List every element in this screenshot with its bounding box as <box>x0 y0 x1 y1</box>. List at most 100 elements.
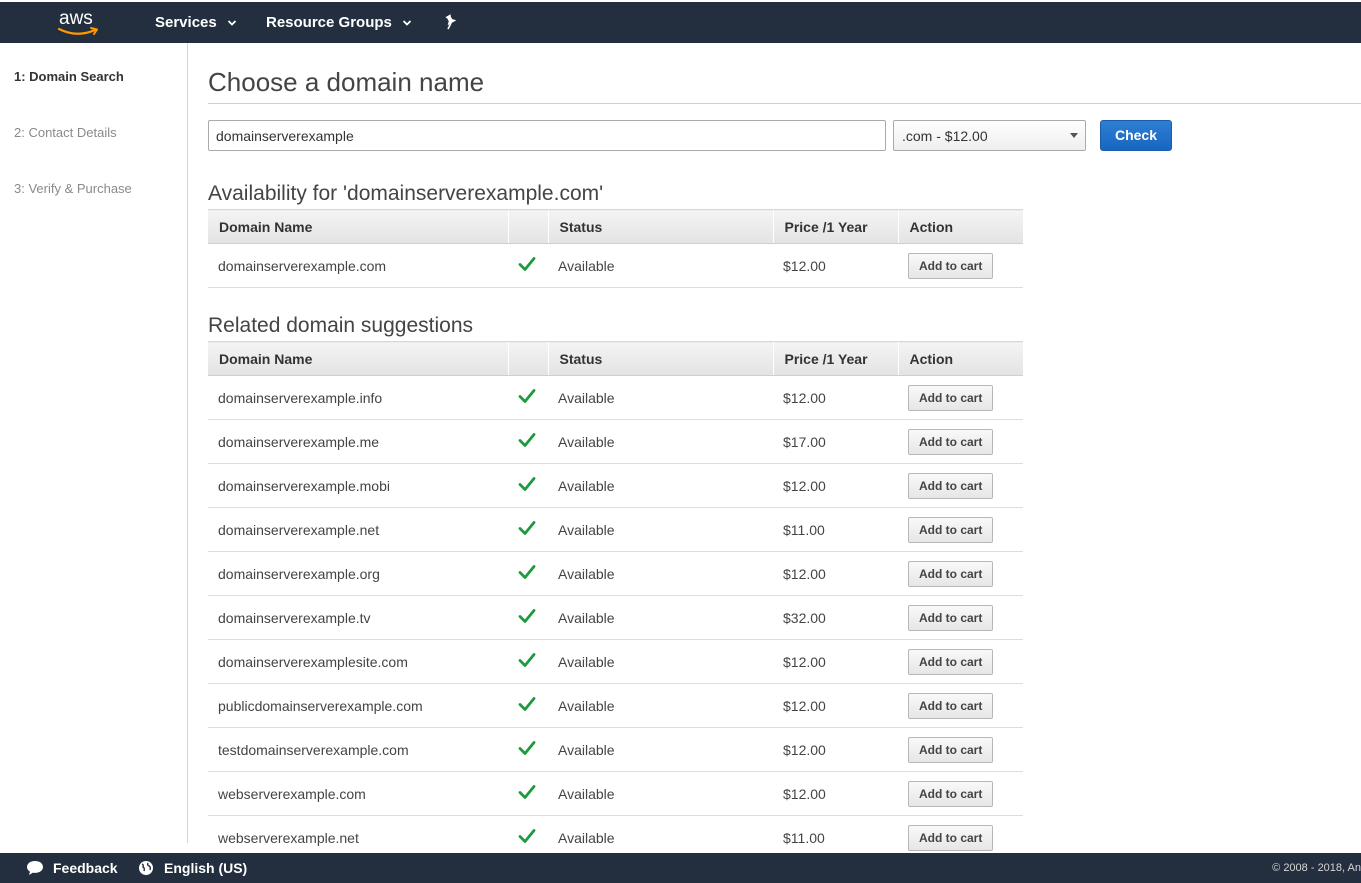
suggestions-heading: Related domain suggestions <box>208 314 474 337</box>
checkmark-icon <box>518 785 536 799</box>
action-cell: Add to cart <box>898 551 1023 596</box>
action-cell: Add to cart <box>898 507 1023 552</box>
status-cell: Available <box>548 595 773 640</box>
domain-search-input[interactable] <box>208 120 886 151</box>
availability-heading: Availability for 'domainserverexample.co… <box>208 182 604 205</box>
add-to-cart-button[interactable]: Add to cart <box>908 560 994 587</box>
table-row: domainserverexample.info Available $12.00 A… <box>208 375 1023 420</box>
price-cell: $12.00 <box>773 727 898 772</box>
table-row: domainserverexamplesite.com Available $12.… <box>208 639 1023 684</box>
status-cell: Available <box>548 375 773 420</box>
domain-name-cell: domainserverexample.net <box>208 507 508 552</box>
table-row: domainserverexample.com Available $12.00 Ad… <box>208 243 1023 288</box>
availability-icon-cell <box>508 419 548 464</box>
pin-icon[interactable] <box>444 14 458 33</box>
availability-icon-cell <box>508 639 548 684</box>
action-cell: Add to cart <box>898 419 1023 464</box>
add-to-cart-button[interactable]: Add to cart <box>908 780 994 807</box>
price-cell: $12.00 <box>773 639 898 684</box>
add-to-cart-button[interactable]: Add to cart <box>908 472 994 499</box>
dropdown-caret-icon <box>1070 133 1078 138</box>
availability-icon-cell <box>508 463 548 508</box>
add-to-cart-button[interactable]: Add to cart <box>908 428 994 455</box>
checkmark-icon <box>518 697 536 711</box>
price-cell: $32.00 <box>773 595 898 640</box>
domain-name-cell: webserverexample.com <box>208 771 508 816</box>
availability-icon-cell <box>508 507 548 552</box>
domain-name-cell: domainserverexample.me <box>208 419 508 464</box>
tld-selected-value: .com - $12.00 <box>902 128 988 144</box>
step-domain-search[interactable]: 1: Domain Search <box>14 69 124 84</box>
services-label: Services <box>155 14 217 31</box>
add-to-cart-button[interactable]: Add to cart <box>908 692 994 719</box>
add-to-cart-button[interactable]: Add to cart <box>908 516 994 543</box>
checkmark-icon <box>518 609 536 623</box>
table-row: domainserverexample.tv Available $32.00 Add… <box>208 595 1023 640</box>
price-cell: $12.00 <box>773 771 898 816</box>
domain-name-cell: domainserverexample.com <box>208 243 508 288</box>
add-to-cart-button[interactable]: Add to cart <box>908 384 994 411</box>
step-contact-details[interactable]: 2: Contact Details <box>14 125 117 140</box>
step-verify-purchase[interactable]: 3: Verify & Purchase <box>14 181 132 196</box>
status-cell: Available <box>548 463 773 508</box>
action-cell: Add to cart <box>898 243 1023 288</box>
footer-bar: Feedback English (US) © 2008 - 2018, An <box>0 853 1361 883</box>
table-row: domainserverexample.org Available $12.00 Ad… <box>208 551 1023 596</box>
suggestions-table: Domain Name Status Price /1 Year Action … <box>208 341 1023 860</box>
add-to-cart-button[interactable]: Add to cart <box>908 604 994 631</box>
table-row: webserverexample.com Available $12.00 Add t… <box>208 771 1023 816</box>
price-cell: $12.00 <box>773 683 898 728</box>
column-header-domain-name: Domain Name <box>208 209 508 244</box>
status-cell: Available <box>548 727 773 772</box>
availability-icon-cell <box>508 375 548 420</box>
domain-name-cell: domainserverexample.mobi <box>208 463 508 508</box>
table-row: domainserverexample.me Available $17.00 Add… <box>208 419 1023 464</box>
column-header-icon <box>507 341 548 376</box>
table-row: publicdomainserverexample.com Available $1… <box>208 683 1023 728</box>
checkmark-icon <box>518 521 536 535</box>
resource-groups-menu[interactable]: Resource Groups <box>266 14 412 31</box>
action-cell: Add to cart <box>898 595 1023 640</box>
add-to-cart-button[interactable]: Add to cart <box>908 824 994 851</box>
checkmark-icon <box>518 477 536 491</box>
feedback-link[interactable]: Feedback <box>26 860 118 876</box>
table-row: domainserverexample.net Available $11.00 Ad… <box>208 507 1023 552</box>
status-cell: Available <box>548 419 773 464</box>
top-navigation-bar: aws Services Resource Groups <box>0 0 1361 43</box>
resource-groups-label: Resource Groups <box>266 14 392 31</box>
checkmark-icon <box>518 829 536 843</box>
table-row: testdomainserverexample.com Available $12.… <box>208 727 1023 772</box>
status-cell: Available <box>548 639 773 684</box>
checkmark-icon <box>518 389 536 403</box>
column-header-status: Status <box>547 341 773 376</box>
title-divider <box>208 103 1361 104</box>
status-cell: Available <box>548 507 773 552</box>
action-cell: Add to cart <box>898 771 1023 816</box>
wizard-steps-sidebar: 1: Domain Search 2: Contact Details 3: V… <box>0 43 188 843</box>
status-cell: Available <box>548 771 773 816</box>
column-header-price: Price /1 Year <box>772 341 898 376</box>
checkmark-icon <box>518 741 536 755</box>
column-header-status: Status <box>547 209 773 244</box>
table-header-row: Domain Name Status Price /1 Year Action <box>208 341 1023 376</box>
aws-logo[interactable]: aws <box>57 8 101 38</box>
language-selector[interactable]: English (US) <box>138 860 247 876</box>
add-to-cart-button[interactable]: Add to cart <box>908 252 994 279</box>
checkmark-icon <box>518 565 536 579</box>
copyright-text: © 2008 - 2018, An <box>1272 862 1361 874</box>
column-header-domain-name: Domain Name <box>208 341 508 376</box>
domain-name-cell: domainserverexample.org <box>208 551 508 596</box>
availability-icon-cell <box>508 243 548 288</box>
checkmark-icon <box>518 433 536 447</box>
checkmark-icon <box>518 653 536 667</box>
price-cell: $12.00 <box>773 375 898 420</box>
services-menu[interactable]: Services <box>155 14 237 31</box>
tld-select[interactable]: .com - $12.00 <box>893 120 1086 151</box>
column-header-icon <box>507 209 548 244</box>
status-cell: Available <box>548 243 773 288</box>
check-button[interactable]: Check <box>1100 120 1172 151</box>
add-to-cart-button[interactable]: Add to cart <box>908 736 994 763</box>
add-to-cart-button[interactable]: Add to cart <box>908 648 994 675</box>
availability-icon-cell <box>508 683 548 728</box>
chevron-down-icon <box>402 19 412 26</box>
